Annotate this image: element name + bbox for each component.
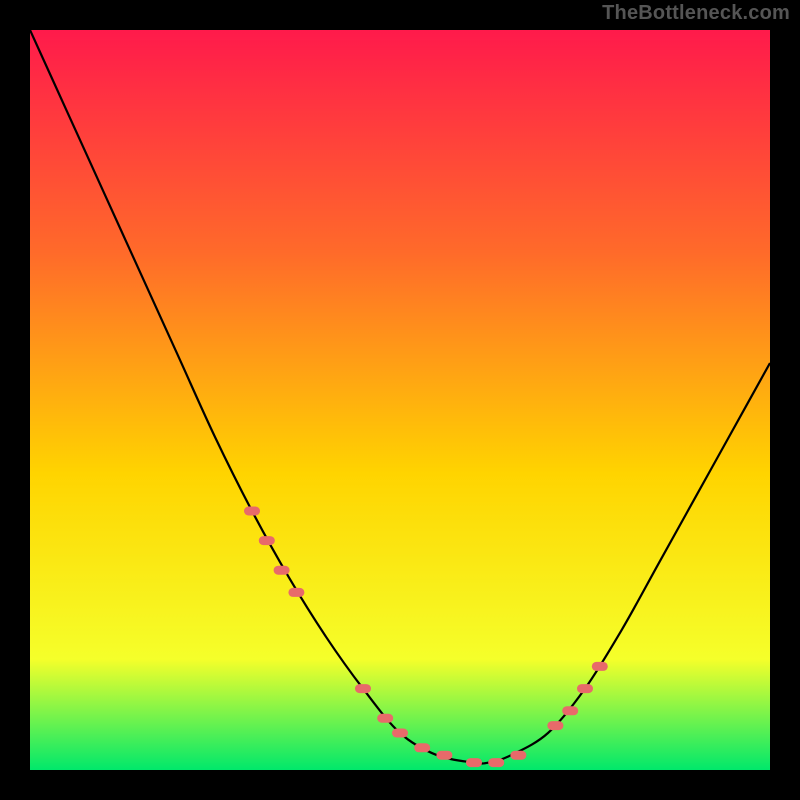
marker-dot	[547, 721, 563, 730]
marker-dot	[244, 507, 260, 516]
bottleneck-chart	[30, 30, 770, 770]
marker-dot	[436, 751, 452, 760]
chart-frame: TheBottleneck.com	[0, 0, 800, 800]
marker-dot	[562, 706, 578, 715]
marker-dot	[510, 751, 526, 760]
marker-dot	[288, 588, 304, 597]
marker-dot	[377, 714, 393, 723]
marker-dot	[488, 758, 504, 767]
marker-dot	[466, 758, 482, 767]
marker-dot	[274, 566, 290, 575]
watermark-text: TheBottleneck.com	[602, 2, 790, 25]
plot-area	[30, 30, 770, 770]
marker-dot	[592, 662, 608, 671]
marker-dot	[577, 684, 593, 693]
gradient-background	[30, 30, 770, 770]
marker-dot	[414, 743, 430, 752]
marker-dot	[392, 729, 408, 738]
marker-dot	[355, 684, 371, 693]
marker-dot	[259, 536, 275, 545]
